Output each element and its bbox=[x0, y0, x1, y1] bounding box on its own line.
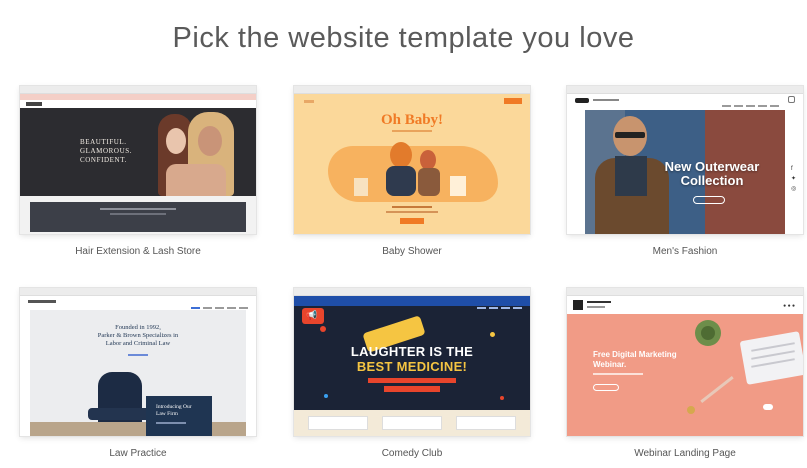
facebook-icon: f bbox=[791, 166, 793, 172]
hero-headline: Oh Baby! bbox=[380, 112, 444, 128]
rsvp-button bbox=[400, 218, 424, 224]
browser-bar bbox=[20, 86, 256, 101]
hero: BEAUTIFUL. GLAMOROUS. CONFIDENT. bbox=[20, 108, 256, 196]
template-card-mens-fashion[interactable]: New Outerwear Collection f ✦ ◎ Men's Fas… bbox=[567, 86, 803, 257]
site-nav bbox=[20, 100, 256, 111]
hero-headline: New Outerwear Collection bbox=[664, 159, 760, 188]
logo bbox=[28, 300, 56, 303]
template-label[interactable]: Hair Extension & Lash Store bbox=[20, 246, 256, 257]
template-preview: New Outerwear Collection f ✦ ◎ bbox=[567, 94, 803, 234]
announcement-box bbox=[30, 202, 246, 232]
chair-seat bbox=[88, 408, 152, 420]
gift-box bbox=[450, 176, 466, 196]
character-body bbox=[386, 166, 416, 196]
tickets-button bbox=[384, 386, 440, 392]
browser-bar bbox=[567, 86, 803, 101]
template-thumbnail[interactable]: 📢 LAUGHTER IS THE BEST MEDICINE! bbox=[294, 288, 530, 436]
template-thumbnail[interactable]: BEAUTIFUL. GLAMOROUS. CONFIDENT. bbox=[20, 86, 256, 234]
logo bbox=[304, 100, 314, 103]
megaphone-icon: 📢 bbox=[306, 310, 318, 320]
template-label[interactable]: Baby Shower bbox=[294, 246, 530, 257]
logo bbox=[26, 102, 42, 106]
social-icons: ● ● ● bbox=[783, 303, 795, 309]
pencil bbox=[700, 376, 734, 403]
template-thumbnail[interactable]: Oh Baby! bbox=[294, 86, 530, 234]
template-label[interactable]: Comedy Club bbox=[294, 448, 530, 459]
rsvp-button bbox=[504, 98, 522, 104]
sunglasses bbox=[615, 132, 645, 138]
template-preview: 📢 LAUGHTER IS THE BEST MEDICINE! bbox=[294, 296, 530, 436]
template-label[interactable]: Law Practice bbox=[20, 448, 256, 459]
hero-headline: Free Digital Marketing Webinar. bbox=[593, 350, 677, 369]
template-thumbnail[interactable]: ● ● ● Free Digital Marketing Webinar. bbox=[567, 288, 803, 436]
model-face bbox=[166, 128, 186, 154]
desk bbox=[30, 422, 246, 436]
template-preview: ● ● ● Free Digital Marketing Webinar. bbox=[567, 296, 803, 436]
browser-bar bbox=[20, 288, 256, 303]
model-shoulders bbox=[166, 164, 226, 196]
template-label[interactable]: Men's Fashion bbox=[567, 246, 803, 257]
site-nav bbox=[294, 296, 530, 309]
hero-headline: BEAUTIFUL. GLAMOROUS. CONFIDENT. bbox=[80, 138, 133, 164]
register-button bbox=[593, 384, 619, 391]
flower bbox=[687, 406, 695, 414]
template-preview: Founded in 1992, Parker & Brown Speciali… bbox=[20, 296, 256, 436]
site-nav: ● ● ● bbox=[567, 296, 803, 314]
browser-bar bbox=[294, 288, 530, 303]
hero-image: New Outerwear Collection bbox=[585, 110, 785, 234]
template-label[interactable]: Webinar Landing Page bbox=[567, 448, 803, 459]
template-card-webinar-landing[interactable]: ● ● ● Free Digital Marketing Webinar. We… bbox=[567, 288, 803, 459]
hero-image: Founded in 1992, Parker & Brown Speciali… bbox=[30, 310, 246, 436]
logo bbox=[575, 98, 589, 103]
template-card-law-practice[interactable]: Founded in 1992, Parker & Brown Speciali… bbox=[20, 288, 256, 459]
instagram-icon: ◎ bbox=[791, 186, 797, 192]
model-face bbox=[198, 126, 222, 156]
template-card-hair-extension[interactable]: BEAUTIFUL. GLAMOROUS. CONFIDENT. Hair Ex… bbox=[20, 86, 256, 257]
character-body bbox=[418, 168, 440, 196]
twitter-icon: ✦ bbox=[791, 176, 797, 182]
events-section bbox=[294, 410, 530, 436]
browser-bar bbox=[567, 288, 803, 303]
intro-box: Introducing Our Law Firm bbox=[146, 396, 212, 436]
browser-bar bbox=[294, 86, 530, 101]
template-card-baby-shower[interactable]: Oh Baby! Baby Shower bbox=[294, 86, 530, 257]
hero-headline: LAUGHTER IS THE BEST MEDICINE! bbox=[350, 344, 474, 374]
logo bbox=[573, 300, 583, 310]
character-head bbox=[420, 150, 436, 170]
template-card-comedy-club[interactable]: 📢 LAUGHTER IS THE BEST MEDICINE! Comedy … bbox=[294, 288, 530, 459]
template-preview: BEAUTIFUL. GLAMOROUS. CONFIDENT. bbox=[20, 94, 256, 234]
cart-icon bbox=[788, 96, 795, 103]
shop-button bbox=[693, 196, 725, 204]
page-title: Pick the website template you love bbox=[172, 22, 635, 54]
template-thumbnail[interactable]: New Outerwear Collection f ✦ ◎ bbox=[567, 86, 803, 234]
hero-headline: Founded in 1992, Parker & Brown Speciali… bbox=[97, 324, 179, 347]
template-preview: Oh Baby! bbox=[294, 94, 530, 234]
earbuds bbox=[763, 404, 773, 410]
lash-section bbox=[20, 196, 256, 234]
character-head bbox=[390, 142, 412, 168]
gift-box bbox=[354, 178, 368, 196]
template-thumbnail[interactable]: Founded in 1992, Parker & Brown Speciali… bbox=[20, 288, 256, 436]
model-scarf bbox=[615, 156, 647, 196]
social-icons: f ✦ ◎ bbox=[791, 164, 796, 194]
